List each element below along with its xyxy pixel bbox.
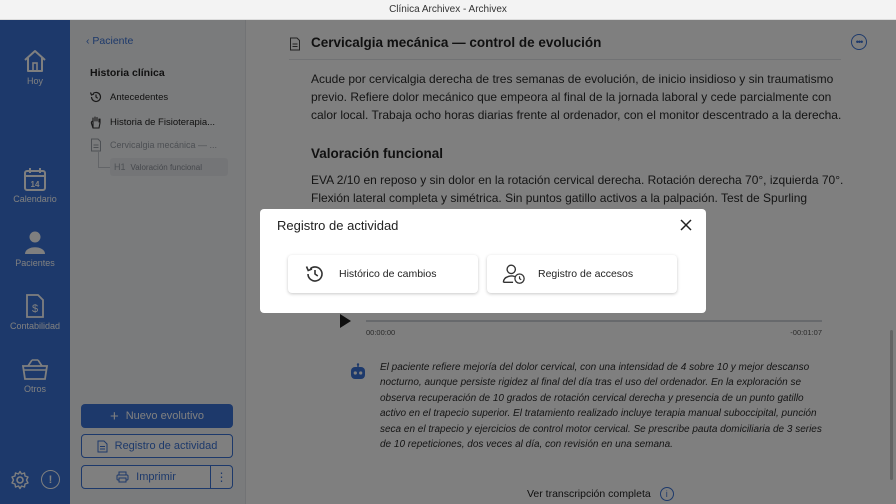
close-button[interactable] (678, 217, 694, 233)
access-log-option[interactable]: Registro de accesos (487, 255, 677, 293)
close-icon (680, 219, 692, 231)
dialog-title: Registro de actividad (277, 218, 399, 233)
window-titlebar: Clínica Archivex - Archivex (0, 0, 896, 20)
history-icon (303, 263, 327, 285)
activity-log-dialog: Registro de actividad Histórico de cambi… (260, 209, 706, 313)
change-history-option[interactable]: Histórico de cambios (288, 255, 478, 293)
user-clock-icon (502, 263, 526, 285)
window-title: Clínica Archivex - Archivex (389, 4, 507, 15)
